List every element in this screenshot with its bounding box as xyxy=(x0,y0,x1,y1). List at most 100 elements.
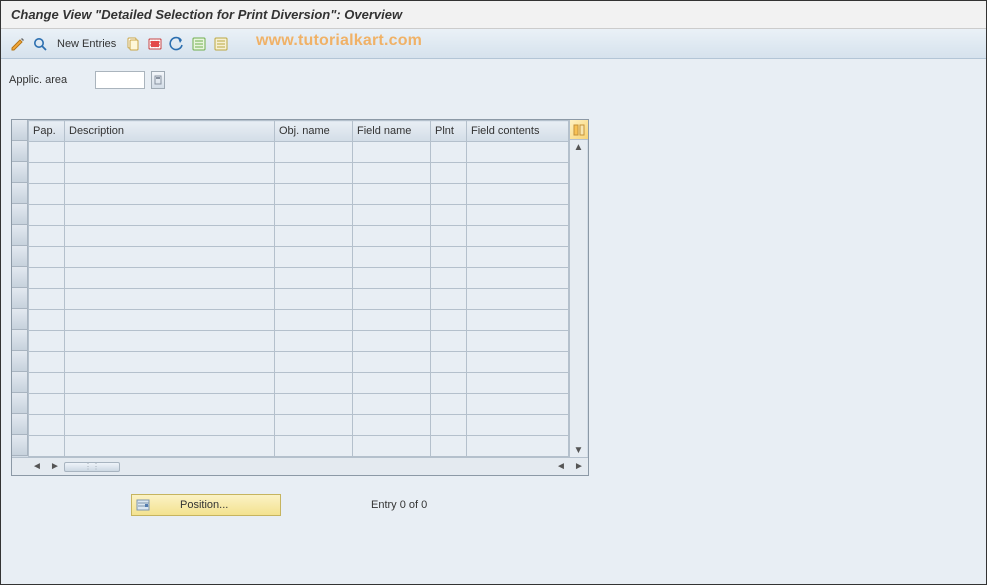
table-cell[interactable] xyxy=(65,184,275,205)
table-cell[interactable] xyxy=(275,436,353,457)
table-row[interactable] xyxy=(29,310,569,331)
table-cell[interactable] xyxy=(275,352,353,373)
table-cell[interactable] xyxy=(65,163,275,184)
table-cell[interactable] xyxy=(431,184,467,205)
row-selector-header[interactable] xyxy=(12,120,28,141)
applic-area-input[interactable] xyxy=(95,71,145,89)
row-selector[interactable] xyxy=(12,204,28,225)
table-row[interactable] xyxy=(29,142,569,163)
table-cell[interactable] xyxy=(353,289,431,310)
row-selector[interactable] xyxy=(12,309,28,330)
table-cell[interactable] xyxy=(65,289,275,310)
table-row[interactable] xyxy=(29,436,569,457)
table-cell[interactable] xyxy=(467,310,569,331)
new-entries-button[interactable]: New Entries xyxy=(53,38,120,50)
table-cell[interactable] xyxy=(431,310,467,331)
table-cell[interactable] xyxy=(431,163,467,184)
row-selector[interactable] xyxy=(12,267,28,288)
table-cell[interactable] xyxy=(353,436,431,457)
row-selector[interactable] xyxy=(12,330,28,351)
table-cell[interactable] xyxy=(29,163,65,184)
table-cell[interactable] xyxy=(29,331,65,352)
table-cell[interactable] xyxy=(467,184,569,205)
row-selector[interactable] xyxy=(12,351,28,372)
table-cell[interactable] xyxy=(353,268,431,289)
table-cell[interactable] xyxy=(467,373,569,394)
table-cell[interactable] xyxy=(431,226,467,247)
table-cell[interactable] xyxy=(29,436,65,457)
table-cell[interactable] xyxy=(29,247,65,268)
table-cell[interactable] xyxy=(29,394,65,415)
hscroll-thumb[interactable]: ⋮⋮ xyxy=(64,462,120,472)
table-cell[interactable] xyxy=(275,226,353,247)
table-cell[interactable] xyxy=(275,289,353,310)
configure-columns-icon[interactable] xyxy=(570,120,588,140)
table-row[interactable] xyxy=(29,205,569,226)
column-header[interactable]: Description xyxy=(65,121,275,142)
table-cell[interactable] xyxy=(431,331,467,352)
table-cell[interactable] xyxy=(353,163,431,184)
table-cell[interactable] xyxy=(65,247,275,268)
table-cell[interactable] xyxy=(29,289,65,310)
table-cell[interactable] xyxy=(353,352,431,373)
table-cell[interactable] xyxy=(353,205,431,226)
table-cell[interactable] xyxy=(65,310,275,331)
column-header[interactable]: Field name xyxy=(353,121,431,142)
position-button[interactable]: Position... xyxy=(131,494,281,516)
row-selector[interactable] xyxy=(12,225,28,246)
table-cell[interactable] xyxy=(353,394,431,415)
table-row[interactable] xyxy=(29,415,569,436)
table-row[interactable] xyxy=(29,394,569,415)
scroll-right-end-icon[interactable]: ► xyxy=(572,460,586,474)
scroll-right-icon[interactable]: ► xyxy=(48,460,62,474)
table-cell[interactable] xyxy=(353,310,431,331)
select-icon[interactable] xyxy=(31,35,49,53)
scroll-up-icon[interactable]: ▲ xyxy=(572,140,586,154)
table-cell[interactable] xyxy=(467,163,569,184)
table-cell[interactable] xyxy=(431,268,467,289)
table-row[interactable] xyxy=(29,184,569,205)
table-cell[interactable] xyxy=(65,205,275,226)
row-selector[interactable] xyxy=(12,435,28,456)
table-cell[interactable] xyxy=(467,394,569,415)
table-cell[interactable] xyxy=(275,373,353,394)
delete-icon[interactable] xyxy=(146,35,164,53)
table-cell[interactable] xyxy=(65,331,275,352)
column-header[interactable]: Plnt xyxy=(431,121,467,142)
table-row[interactable] xyxy=(29,352,569,373)
table-cell[interactable] xyxy=(29,226,65,247)
table-cell[interactable] xyxy=(431,352,467,373)
table-cell[interactable] xyxy=(275,163,353,184)
copy-as-icon[interactable] xyxy=(124,35,142,53)
table-cell[interactable] xyxy=(431,394,467,415)
table-cell[interactable] xyxy=(65,436,275,457)
table-cell[interactable] xyxy=(353,226,431,247)
table-cell[interactable] xyxy=(275,205,353,226)
table-cell[interactable] xyxy=(65,415,275,436)
table-cell[interactable] xyxy=(65,373,275,394)
row-selector[interactable] xyxy=(12,372,28,393)
table-cell[interactable] xyxy=(467,415,569,436)
table-cell[interactable] xyxy=(467,205,569,226)
table-cell[interactable] xyxy=(65,268,275,289)
table-cell[interactable] xyxy=(275,184,353,205)
table-row[interactable] xyxy=(29,289,569,310)
table-cell[interactable] xyxy=(353,373,431,394)
horizontal-scrollbar[interactable]: ◄ ► ⋮⋮ ◄ ► xyxy=(12,457,588,475)
row-selector[interactable] xyxy=(12,162,28,183)
row-selector[interactable] xyxy=(12,183,28,204)
table-cell[interactable] xyxy=(275,247,353,268)
undo-icon[interactable] xyxy=(168,35,186,53)
table-cell[interactable] xyxy=(353,247,431,268)
table-cell[interactable] xyxy=(353,142,431,163)
table-cell[interactable] xyxy=(29,205,65,226)
table-cell[interactable] xyxy=(467,289,569,310)
table-cell[interactable] xyxy=(275,268,353,289)
table-cell[interactable] xyxy=(29,310,65,331)
scroll-down-icon[interactable]: ▼ xyxy=(572,443,586,457)
table-cell[interactable] xyxy=(65,226,275,247)
table-cell[interactable] xyxy=(275,142,353,163)
table-cell[interactable] xyxy=(353,415,431,436)
deselect-all-icon[interactable] xyxy=(212,35,230,53)
table-cell[interactable] xyxy=(431,373,467,394)
